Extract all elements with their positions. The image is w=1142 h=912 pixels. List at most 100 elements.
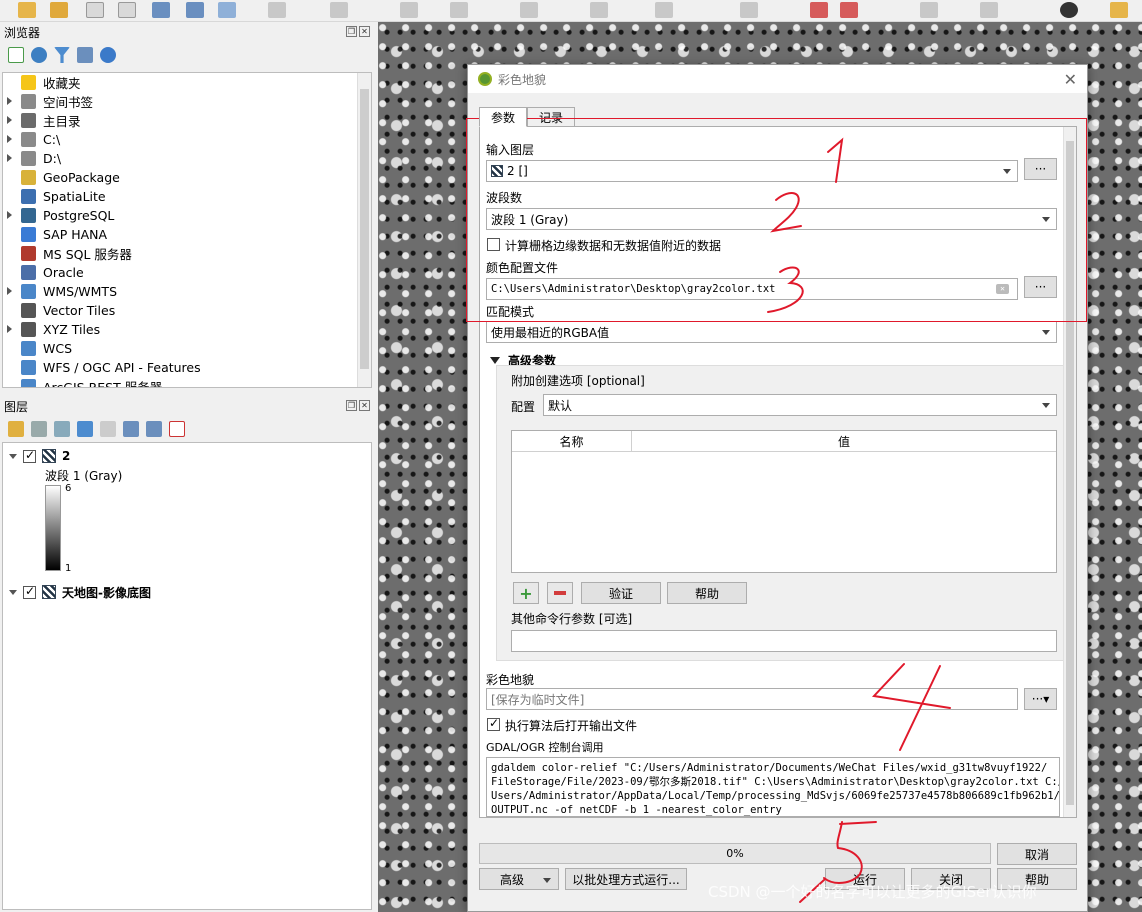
remove-row-button[interactable] — [547, 582, 573, 604]
plugin-icon[interactable] — [1060, 2, 1078, 18]
collapse-all-layers-icon[interactable] — [146, 421, 162, 437]
layer-tree[interactable]: 2 波段 1 (Gray) 6 1 天地图-影像底图 — [2, 442, 372, 910]
delete-icon[interactable] — [520, 2, 538, 18]
remove-layer-icon[interactable] — [169, 421, 185, 437]
browser-item[interactable]: D:\ — [3, 149, 371, 168]
close-icon[interactable]: ✕ — [1064, 70, 1077, 89]
tab-log[interactable]: 记录 — [527, 107, 575, 127]
browser-scrollbar[interactable] — [357, 73, 371, 387]
validate-button[interactable]: 验证 — [581, 582, 661, 604]
show-icon[interactable] — [920, 2, 938, 18]
browser-tree[interactable]: 收藏夹 空间书签 主目录 C:\ D:\ GeoPackage SpatiaLite Post… — [2, 72, 372, 388]
info-icon[interactable] — [100, 47, 116, 63]
refresh-icon[interactable] — [31, 47, 47, 63]
add-row-button[interactable]: + — [513, 582, 539, 604]
add-layer-icon[interactable] — [50, 2, 68, 18]
collapse-icon[interactable] — [9, 589, 17, 595]
help-small-button[interactable]: 帮助 — [667, 582, 747, 604]
layer-item-tianditu[interactable]: 天地图-影像底图 — [3, 583, 371, 601]
filter-icon[interactable] — [54, 47, 70, 63]
browser-item[interactable]: WFS / OGC API - Features — [3, 358, 371, 377]
expand-arrow-icon[interactable] — [7, 154, 12, 162]
float-icon[interactable]: ❐ — [346, 400, 357, 411]
close-panel-icon[interactable]: ✕ — [359, 400, 370, 411]
open-data-source-icon[interactable] — [18, 2, 36, 18]
add-feature-icon[interactable] — [400, 2, 418, 18]
browser-item[interactable]: C:\ — [3, 130, 371, 149]
color-file-input[interactable]: C:\Users\Administrator\Desktop\gray2colo… — [486, 278, 1018, 300]
parameters-scrollbar[interactable] — [1063, 127, 1076, 817]
table-header-value[interactable]: 值 — [632, 431, 1056, 451]
add-selected-icon[interactable] — [8, 47, 24, 63]
browser-item[interactable]: GeoPackage — [3, 168, 371, 187]
browser-item[interactable]: WCS — [3, 339, 371, 358]
browser-item[interactable]: Oracle — [3, 263, 371, 282]
layer-item-2[interactable]: 2 — [3, 447, 371, 465]
extra-cmd-input[interactable] — [511, 630, 1057, 652]
add-group-icon[interactable] — [31, 421, 47, 437]
layer-visibility-checkbox[interactable] — [23, 584, 36, 599]
add-mesh-icon[interactable] — [186, 2, 204, 18]
browser-item[interactable]: WMS/WMTS — [3, 282, 371, 301]
browser-item[interactable]: SAP HANA — [3, 225, 371, 244]
add-raster-icon[interactable] — [152, 2, 170, 18]
color-file-browse-button[interactable]: ··· — [1024, 276, 1057, 298]
expand-arrow-icon[interactable] — [7, 287, 12, 295]
label-icon[interactable] — [740, 2, 758, 18]
expand-arrow-icon[interactable] — [7, 325, 12, 333]
browser-item[interactable]: 空间书签 — [3, 92, 371, 111]
browser-item[interactable]: 主目录 — [3, 111, 371, 130]
new-vector-icon[interactable] — [86, 2, 104, 18]
browser-item[interactable]: Vector Tiles — [3, 301, 371, 320]
expand-arrow-icon[interactable] — [7, 97, 12, 105]
pin-icon[interactable] — [810, 2, 828, 18]
style-icon[interactable] — [8, 421, 24, 437]
cancel-button[interactable]: 取消 — [997, 843, 1077, 865]
expand-arrow-icon[interactable] — [7, 211, 12, 219]
pdf-icon[interactable] — [840, 2, 858, 18]
browser-item[interactable]: MS SQL 服务器 — [3, 244, 371, 263]
expand-arrow-icon[interactable] — [7, 135, 12, 143]
table-header-name[interactable]: 名称 — [512, 431, 632, 451]
browser-item[interactable]: 收藏夹 — [3, 73, 371, 92]
input-layer-browse-button[interactable]: ··· — [1024, 158, 1057, 180]
collapse-all-icon[interactable] — [77, 47, 93, 63]
batch-button[interactable]: 以批处理方式运行... — [565, 868, 687, 890]
label-move-icon[interactable] — [980, 2, 998, 18]
visibility-icon[interactable] — [54, 421, 70, 437]
output-file-input[interactable]: [保存为临时文件] — [486, 688, 1018, 710]
arcgis-icon — [21, 379, 36, 387]
edit-vector-icon[interactable] — [118, 2, 136, 18]
input-layer-select[interactable]: 2 [] — [486, 160, 1018, 182]
browser-item[interactable]: ArcGIS REST 服务器 — [3, 377, 371, 387]
advanced-button[interactable]: 高级 — [479, 868, 559, 890]
expand-all-icon[interactable] — [123, 421, 139, 437]
expand-arrow-icon[interactable] — [7, 116, 12, 124]
options-table[interactable]: 名称 值 — [511, 430, 1057, 573]
compute-edges-checkbox[interactable] — [487, 238, 500, 251]
browser-item[interactable]: SpatiaLite — [3, 187, 371, 206]
band-select[interactable]: 波段 1 (Gray) — [486, 208, 1057, 230]
python-icon[interactable] — [1110, 2, 1128, 18]
close-panel-icon[interactable]: ✕ — [359, 26, 370, 37]
open-output-checkbox[interactable] — [487, 716, 500, 731]
clear-icon[interactable]: ✕ — [996, 284, 1009, 294]
output-browse-button[interactable]: ···▾ — [1024, 688, 1057, 710]
save-edits-icon[interactable] — [330, 2, 348, 18]
layer-visibility-checkbox[interactable] — [23, 448, 36, 463]
match-mode-select[interactable]: 使用最相近的RGBA值 — [486, 321, 1057, 343]
tab-parameters[interactable]: 参数 — [479, 107, 527, 127]
copy-icon[interactable] — [590, 2, 608, 18]
browser-item[interactable]: PostgreSQL — [3, 206, 371, 225]
filter-legend-icon[interactable] — [77, 421, 93, 437]
float-icon[interactable]: ❐ — [346, 26, 357, 37]
filter-expression-icon[interactable] — [100, 421, 116, 437]
digitize-icon[interactable] — [268, 2, 286, 18]
vertex-tool-icon[interactable] — [450, 2, 468, 18]
undo-icon[interactable] — [655, 2, 673, 18]
console-command-box[interactable]: gdaldem color-relief "C:/Users/Administr… — [486, 757, 1060, 817]
collapse-icon[interactable] — [9, 453, 17, 459]
browser-item[interactable]: XYZ Tiles — [3, 320, 371, 339]
add-wms-icon[interactable] — [218, 2, 236, 18]
profile-select[interactable]: 默认 — [543, 394, 1057, 416]
